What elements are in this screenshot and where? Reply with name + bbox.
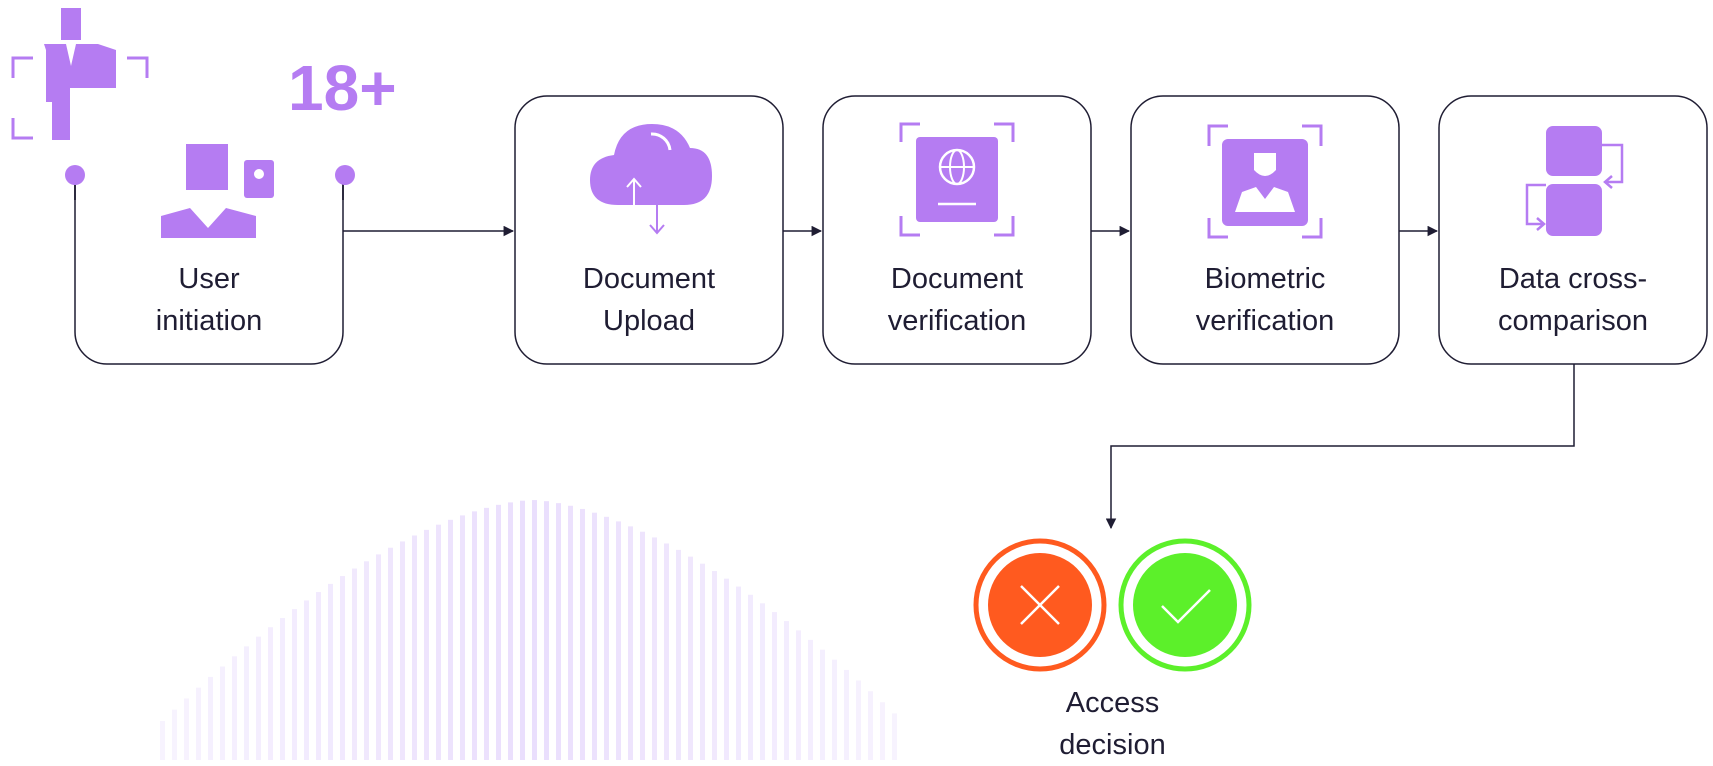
connector-dot-right xyxy=(335,165,355,185)
step-label-user-initiation: User initiation xyxy=(155,263,263,337)
arrow-to-decision xyxy=(1105,364,1575,530)
step-label-data-cross-comparison: Data cross- comparison xyxy=(1498,263,1648,337)
connector-dot-left xyxy=(65,165,85,185)
decision-label: Access decision xyxy=(1059,687,1166,761)
verification-flow-diagram xyxy=(11,8,1708,672)
close-icon xyxy=(973,538,1107,672)
step-label-biometric-verification: Biometric verification xyxy=(1195,263,1335,337)
step-label-document-upload: Document Upload xyxy=(582,263,716,337)
step-label-document-verification: Document verification xyxy=(887,263,1027,337)
age-badge: 18+ xyxy=(288,52,397,124)
passport-scan-icon xyxy=(899,122,1015,237)
check-icon xyxy=(1118,538,1252,672)
face-scan-icon xyxy=(1207,124,1323,239)
